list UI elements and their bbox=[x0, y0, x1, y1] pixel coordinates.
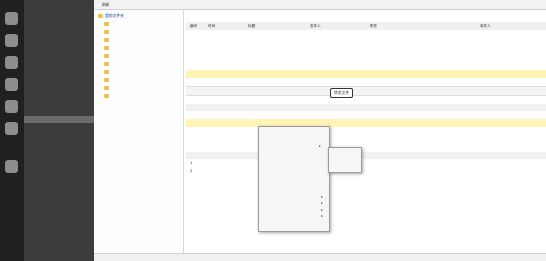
column-header[interactable]: 收件人 bbox=[480, 24, 491, 29]
tree-root[interactable]: 我的文件夹 bbox=[98, 13, 124, 20]
column-header[interactable]: 附件 bbox=[370, 24, 377, 29]
table-cell: 1 bbox=[190, 161, 193, 165]
forward-file-button[interactable]: 转发文件 bbox=[330, 88, 354, 98]
table-row[interactable] bbox=[186, 30, 546, 38]
table2-row-selected[interactable] bbox=[186, 119, 546, 127]
tree-folder-item[interactable] bbox=[104, 85, 111, 92]
tree-folder-item[interactable] bbox=[104, 29, 111, 36]
column-header[interactable]: 时间 bbox=[208, 24, 215, 29]
folder-icon bbox=[104, 22, 109, 26]
tools-icon[interactable] bbox=[5, 160, 18, 173]
table-row[interactable] bbox=[186, 78, 546, 86]
folder-icon bbox=[104, 78, 109, 82]
calendar-icon[interactable] bbox=[5, 56, 18, 69]
tree-folder-item[interactable] bbox=[104, 53, 111, 60]
settings-icon[interactable] bbox=[5, 100, 18, 113]
folder-icon bbox=[104, 70, 109, 74]
folder-icon[interactable] bbox=[5, 78, 18, 91]
table-row[interactable] bbox=[186, 70, 546, 78]
chart-icon[interactable] bbox=[5, 122, 18, 135]
table-row[interactable] bbox=[186, 38, 546, 46]
column-header[interactable]: 标题 bbox=[248, 24, 255, 29]
table-row[interactable] bbox=[186, 54, 546, 62]
table2-header bbox=[186, 104, 546, 111]
folder-icon bbox=[104, 62, 109, 66]
folder-icon bbox=[104, 46, 109, 50]
folder-icon bbox=[104, 38, 109, 42]
tree-folder-item[interactable] bbox=[104, 69, 111, 76]
tree-folder-item[interactable] bbox=[104, 21, 111, 28]
folder-icon bbox=[104, 30, 109, 34]
context-menu bbox=[258, 126, 330, 232]
folder-tree: 我的文件夹 bbox=[94, 10, 184, 261]
folder-icon bbox=[104, 54, 109, 58]
tree-folder-item[interactable] bbox=[104, 77, 111, 84]
tree-folder-item[interactable] bbox=[104, 37, 111, 44]
action-bar: 转发文件 bbox=[186, 86, 546, 98]
table-cell: 2 bbox=[190, 169, 193, 173]
folder-icon bbox=[104, 94, 109, 98]
tree-folder-item[interactable] bbox=[104, 93, 111, 100]
left-nav bbox=[24, 0, 100, 261]
column-header[interactable]: 编号 bbox=[190, 24, 197, 29]
column-header[interactable]: 发件人 bbox=[310, 24, 321, 29]
tree-folder-item[interactable] bbox=[104, 61, 111, 68]
table-row[interactable] bbox=[186, 62, 546, 70]
folder-icon bbox=[98, 14, 103, 18]
contacts-icon[interactable] bbox=[5, 34, 18, 47]
folder-icon bbox=[104, 86, 109, 90]
table-row[interactable] bbox=[186, 46, 546, 54]
table1-header: 编号 时间 标题 发件人 附件 收件人 bbox=[186, 22, 546, 30]
icon-bar bbox=[0, 0, 24, 261]
top-toolbar: 刷新 bbox=[94, 0, 546, 10]
table3-header bbox=[186, 152, 546, 159]
tree-folder-item[interactable] bbox=[104, 45, 111, 52]
table-row[interactable]: 2 bbox=[186, 167, 546, 175]
mail-icon[interactable] bbox=[5, 12, 18, 25]
toolbar-refresh-button[interactable]: 刷新 bbox=[102, 2, 110, 8]
nav-item[interactable] bbox=[24, 116, 100, 123]
table2-row[interactable] bbox=[186, 111, 546, 119]
table-row[interactable]: 1 bbox=[186, 159, 546, 167]
status-bar bbox=[94, 253, 546, 261]
